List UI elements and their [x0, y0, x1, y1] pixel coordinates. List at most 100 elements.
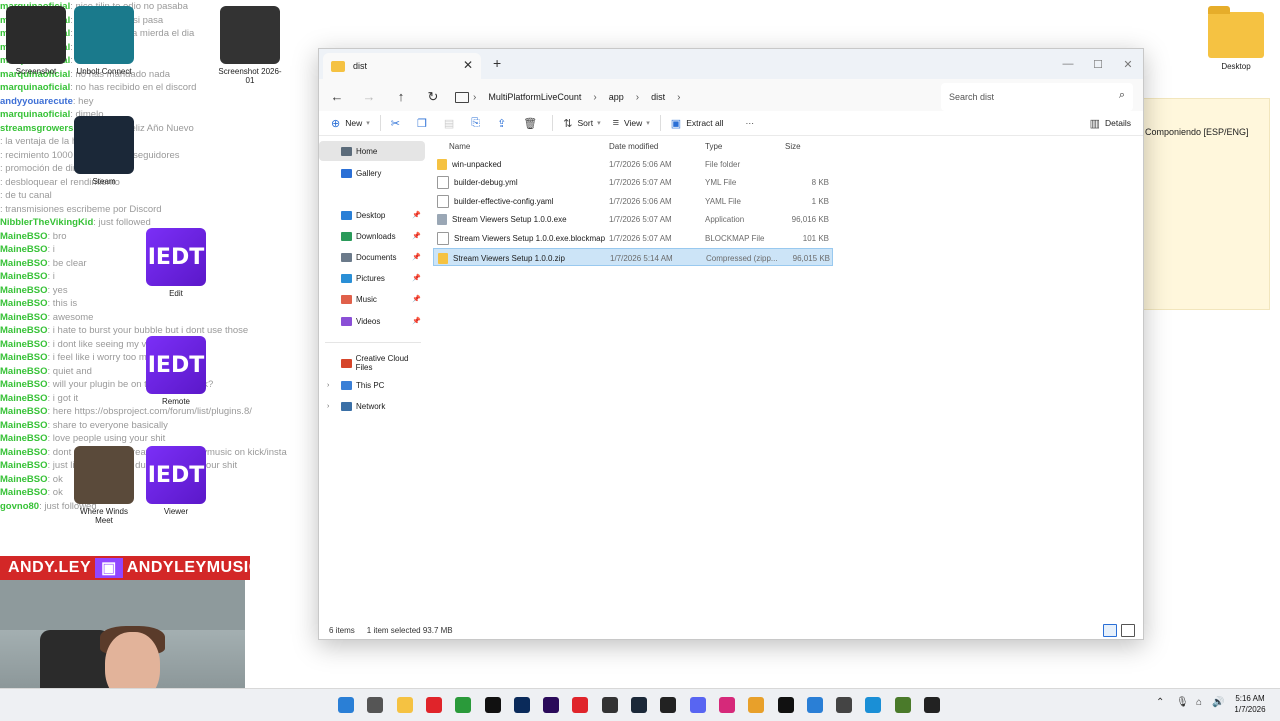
sidebar-item-creative-cloud-files[interactable]: Creative Cloud Files — [319, 353, 425, 373]
network-tray-icon[interactable]: ⌂ — [1196, 697, 1202, 708]
new-tab-button[interactable]: + — [493, 55, 501, 71]
paste-button[interactable]: ▤ — [438, 112, 465, 134]
file-row[interactable]: Stream Viewers Setup 1.0.0.zip 1/7/2026 5… — [433, 248, 833, 266]
column-header-name[interactable]: Name — [449, 139, 470, 153]
refresh-button[interactable]: ↻ — [423, 87, 443, 107]
forward-button[interactable]: → — [359, 87, 379, 107]
search-input[interactable]: Search dist ⌕ — [941, 83, 1133, 111]
close-tab-icon[interactable]: ✕ — [463, 58, 473, 72]
desktop-icon-screenshot-1[interactable]: Screenshot — [4, 6, 68, 76]
desktop-icon-screenshot-2[interactable]: Screenshot 2026-01 — [218, 6, 282, 85]
search-icon[interactable] — [367, 697, 384, 713]
chat-username: MaineBSO — [0, 298, 48, 309]
desktop-icon-iedt-remote[interactable]: IEDT Remote — [144, 336, 208, 406]
breadcrumb-item[interactable]: dist — [651, 92, 665, 102]
file-row[interactable]: Stream Viewers Setup 1.0.0.exe.blockmap 1… — [433, 229, 833, 247]
chevron-right-icon[interactable]: › — [473, 92, 476, 103]
maximize-button[interactable]: ☐ — [1083, 49, 1113, 79]
sidebar-item-documents[interactable]: Documents 📌 — [319, 247, 425, 267]
vscode-icon[interactable] — [806, 697, 823, 713]
chevron-right-icon[interactable]: › — [327, 403, 329, 410]
chevron-right-icon[interactable]: › — [327, 382, 329, 389]
breadcrumb-item[interactable]: MultiPlatformLiveCount — [488, 92, 581, 102]
chat-text: i hate to burst your bubble but i dont u… — [52, 325, 249, 336]
column-header-type[interactable]: Type — [705, 139, 722, 153]
sidebar-item-home[interactable]: Home — [319, 141, 425, 161]
delete-button[interactable]: 🗑 — [517, 112, 548, 134]
desktop-icon-iedt-viewer[interactable]: IEDT Viewer — [144, 446, 208, 516]
tiles-view-icon[interactable] — [1121, 624, 1135, 637]
github-icon[interactable] — [660, 697, 677, 713]
clock[interactable]: 5:16 AM 1/7/2026 — [1224, 693, 1276, 715]
file-row[interactable]: Stream Viewers Setup 1.0.0.exe 1/7/2026 5… — [433, 211, 833, 229]
extract-all-button[interactable]: ▣ Extract all — [665, 112, 730, 134]
xbox-icon[interactable] — [455, 697, 472, 713]
chat-message: MaineBSO: this is — [0, 298, 78, 309]
file-row[interactable]: win-unpacked 1/7/2026 5:06 AM File folder — [433, 155, 833, 173]
microphone-icon[interactable]: 🎙 — [1176, 697, 1189, 708]
sidebar-item-gallery[interactable]: Gallery — [319, 163, 425, 183]
desktop-icon-steam[interactable]: Steam — [72, 116, 136, 186]
column-header-date[interactable]: Date modified — [609, 139, 658, 153]
sidebar-item-music[interactable]: Music 📌 — [319, 289, 425, 309]
up-button[interactable]: ↑ — [391, 87, 411, 107]
desktop-icon-unbolt[interactable]: Unbolt Connect — [72, 6, 136, 76]
capcut-icon[interactable] — [484, 697, 501, 713]
youtube-icon[interactable] — [572, 697, 589, 713]
file-row[interactable]: builder-debug.yml 1/7/2026 5:07 AM YML Fil… — [433, 174, 833, 192]
file-explorer-icon[interactable] — [396, 697, 413, 713]
sidebar-item-this-pc[interactable]: › This PC — [319, 375, 425, 395]
minecraft-icon[interactable] — [894, 697, 911, 713]
epic-games-icon[interactable] — [601, 697, 618, 713]
chrome-icon[interactable] — [748, 697, 765, 713]
instagram-icon[interactable] — [718, 697, 735, 713]
cut-button[interactable]: ✂ — [385, 112, 411, 134]
view-button[interactable]: ≡ View ▾ — [607, 112, 656, 134]
column-header-size[interactable]: Size — [785, 139, 801, 153]
sort-button[interactable]: ⇅ Sort ▾ — [557, 112, 606, 134]
title-bar[interactable]: dist ✕ + — ☐ ✕ — [319, 49, 1143, 79]
tab-dist[interactable]: dist ✕ — [323, 53, 481, 79]
chat-username: MaineBSO — [0, 338, 48, 350]
details-view-icon[interactable] — [1103, 624, 1117, 637]
breadcrumb-item[interactable]: app — [609, 92, 624, 102]
opera-icon[interactable] — [425, 697, 442, 713]
desktop-icon-wwm[interactable]: Where Winds Meet — [72, 446, 136, 525]
sidebar-item-network[interactable]: › Network — [319, 396, 425, 416]
chat-message: marquinaoficial: no has recibido en el d… — [0, 82, 197, 93]
network-icon — [341, 401, 352, 411]
sidebar-item-downloads[interactable]: Downloads 📌 — [319, 226, 425, 246]
desktop-icon-iedt-edit[interactable]: IEDT Edit — [144, 228, 208, 298]
premiere-icon[interactable] — [543, 697, 560, 713]
back-button[interactable]: ← — [327, 87, 347, 107]
rename-button[interactable]: ⎘ — [465, 112, 491, 134]
obs-icon[interactable] — [836, 697, 853, 713]
new-button[interactable]: ⊕ New ▾ — [325, 112, 376, 134]
chevron-right-icon[interactable]: › — [593, 92, 596, 103]
chevron-up-icon[interactable]: ⌃ — [1156, 697, 1164, 708]
start-icon[interactable] — [338, 697, 354, 713]
chat-text: share to everyone basically — [52, 419, 168, 431]
breadcrumb[interactable]: › MultiPlatformLiveCount › app › dist › — [455, 83, 925, 111]
chevron-right-icon[interactable]: › — [677, 92, 680, 103]
chat-username: streamsgrowers — [0, 122, 74, 134]
copy-button[interactable]: ❐ — [411, 112, 438, 134]
sidebar-item-pictures[interactable]: Pictures 📌 — [319, 268, 425, 288]
edge-icon[interactable] — [865, 697, 882, 713]
chevron-right-icon[interactable]: › — [636, 92, 639, 103]
details-button[interactable]: ▥ Details — [1084, 112, 1137, 134]
volume-icon[interactable]: 🔊 — [1212, 697, 1224, 708]
desktop-folder-icon[interactable]: Desktop — [1208, 6, 1264, 71]
steam-icon[interactable] — [631, 697, 647, 713]
more-options-button[interactable]: ··· — [740, 112, 761, 134]
minimize-button[interactable]: — — [1053, 49, 1083, 79]
tiktok-icon[interactable] — [777, 697, 794, 713]
close-window-button[interactable]: ✕ — [1113, 49, 1143, 79]
photoshop-icon[interactable] — [513, 697, 530, 713]
sidebar-item-desktop[interactable]: Desktop 📌 — [319, 205, 425, 225]
share-button[interactable]: ⇪ — [491, 112, 517, 134]
file-row[interactable]: builder-effective-config.yaml 1/7/2026 5:… — [433, 192, 833, 210]
discord-icon[interactable] — [689, 697, 706, 713]
sidebar-item-videos[interactable]: Videos 📌 — [319, 311, 425, 331]
terminal-icon[interactable] — [924, 697, 940, 713]
